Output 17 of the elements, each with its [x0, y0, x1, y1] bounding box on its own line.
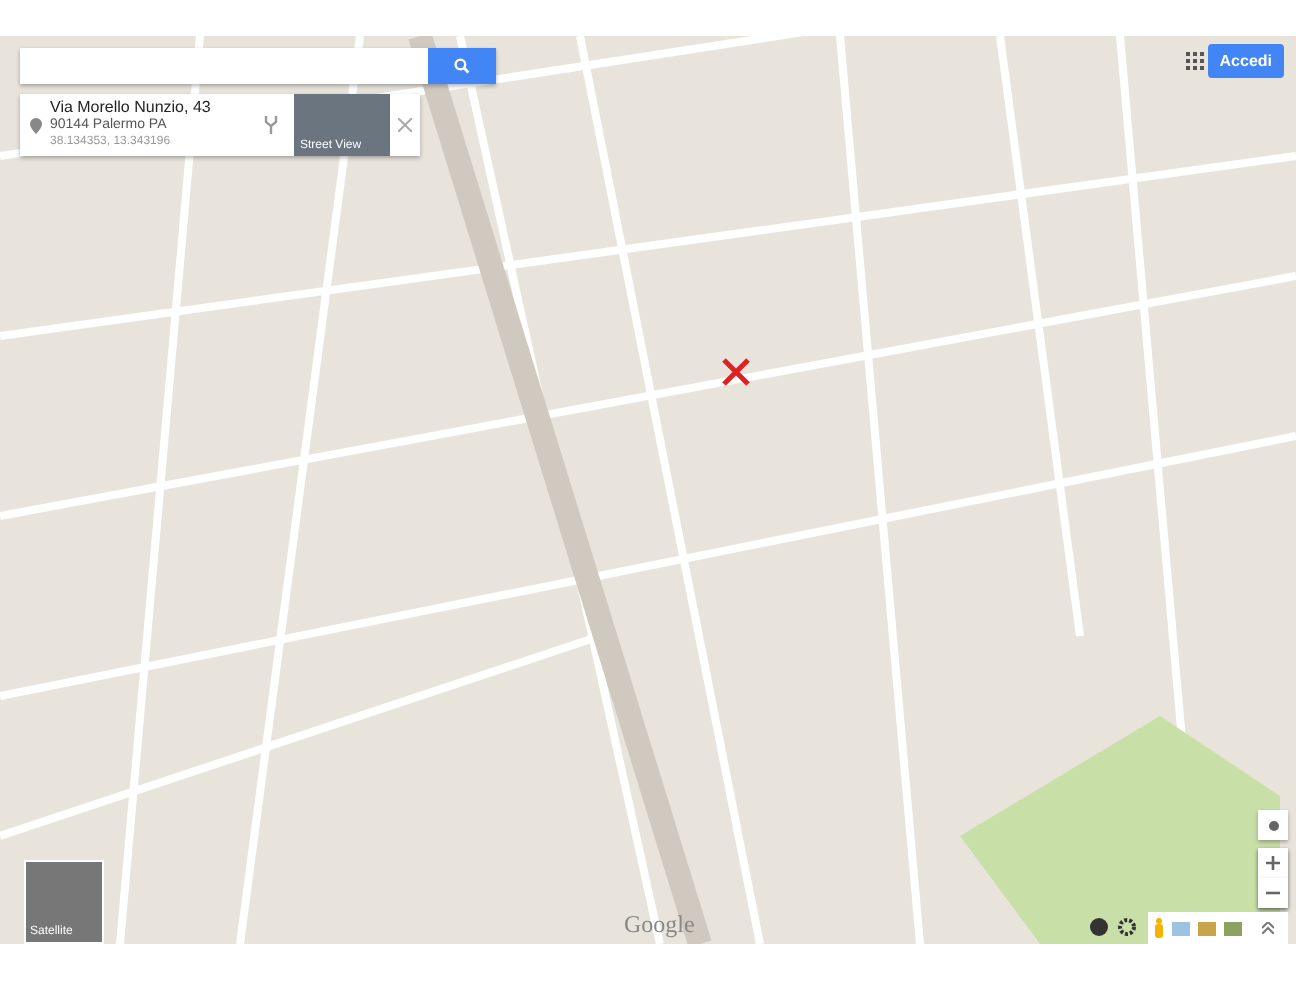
target-icon	[1267, 819, 1279, 831]
plus-icon	[1266, 856, 1280, 870]
pin-icon	[30, 117, 42, 133]
sign-in-button[interactable]: Accedi	[1207, 44, 1284, 78]
search-button[interactable]	[428, 48, 496, 84]
directions-icon[interactable]	[264, 116, 278, 134]
google-logo: Google	[624, 910, 695, 940]
apps-grid-icon[interactable]	[1186, 52, 1204, 70]
close-icon	[398, 118, 412, 132]
place-title: Via Morello Nunzio, 43	[50, 98, 213, 116]
chevron-up-icon[interactable]	[1262, 922, 1274, 934]
settings-icon[interactable]	[1118, 918, 1136, 936]
pegman-icon[interactable]	[1154, 918, 1164, 938]
search-field[interactable]	[20, 48, 428, 84]
minus-icon	[1266, 886, 1280, 900]
search-icon	[454, 58, 470, 74]
location-button[interactable]	[1258, 810, 1288, 840]
